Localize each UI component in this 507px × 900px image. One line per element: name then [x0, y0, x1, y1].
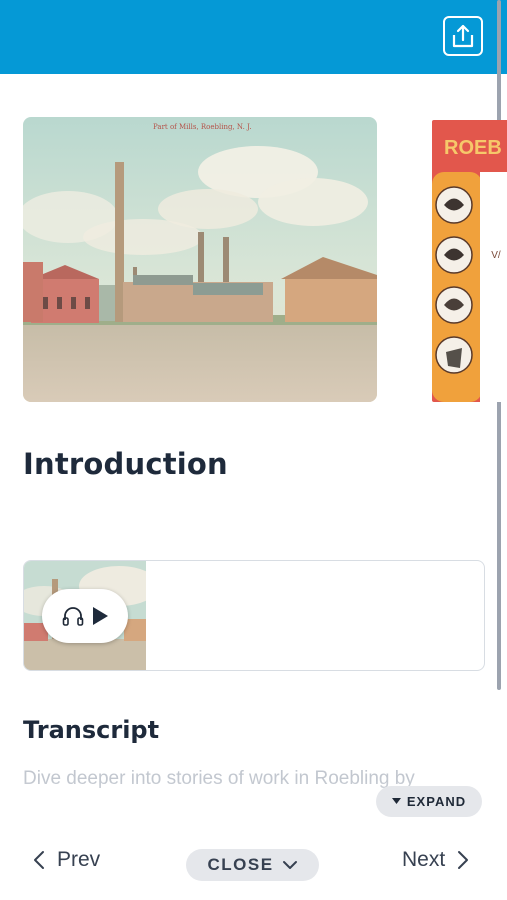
svg-text:V/: V/: [491, 250, 501, 261]
close-label: CLOSE: [207, 855, 274, 874]
roebling-ad-image[interactable]: V/ ROEB: [432, 120, 507, 402]
page-title: Introduction: [23, 447, 228, 481]
postcard-caption: Part of Mills, Roebling, N. J.: [153, 123, 252, 131]
chevron-left-icon: [34, 851, 44, 869]
expand-button[interactable]: EXPAND: [376, 786, 482, 817]
prev-label: Prev: [57, 848, 101, 871]
prev-button[interactable]: Prev: [33, 848, 100, 872]
ad-heading: ROEB: [444, 137, 502, 159]
caret-down-icon: [391, 798, 401, 804]
headphones-icon: [62, 607, 84, 626]
next-button[interactable]: Next: [402, 848, 469, 872]
mill-postcard-image[interactable]: Part of Mills, Roebling, N. J.: [23, 117, 377, 402]
play-audio-button[interactable]: [42, 589, 128, 643]
close-button[interactable]: CLOSE: [186, 849, 319, 881]
chevron-down-icon: [282, 861, 297, 869]
next-label: Next: [402, 848, 446, 871]
play-icon: [93, 607, 108, 625]
share-upload-icon: [452, 24, 474, 48]
share-button[interactable]: [443, 16, 483, 56]
image-carousel[interactable]: Part of Mills, Roebling, N. J. V/ ROEB: [0, 117, 507, 404]
audio-card[interactable]: [23, 560, 485, 671]
transcript-heading: Transcript: [23, 716, 160, 744]
top-bar: [0, 0, 507, 74]
bottom-navigation: Prev CLOSE Next: [0, 840, 507, 890]
expand-label: EXPAND: [406, 794, 467, 809]
chevron-right-icon: [458, 851, 469, 869]
